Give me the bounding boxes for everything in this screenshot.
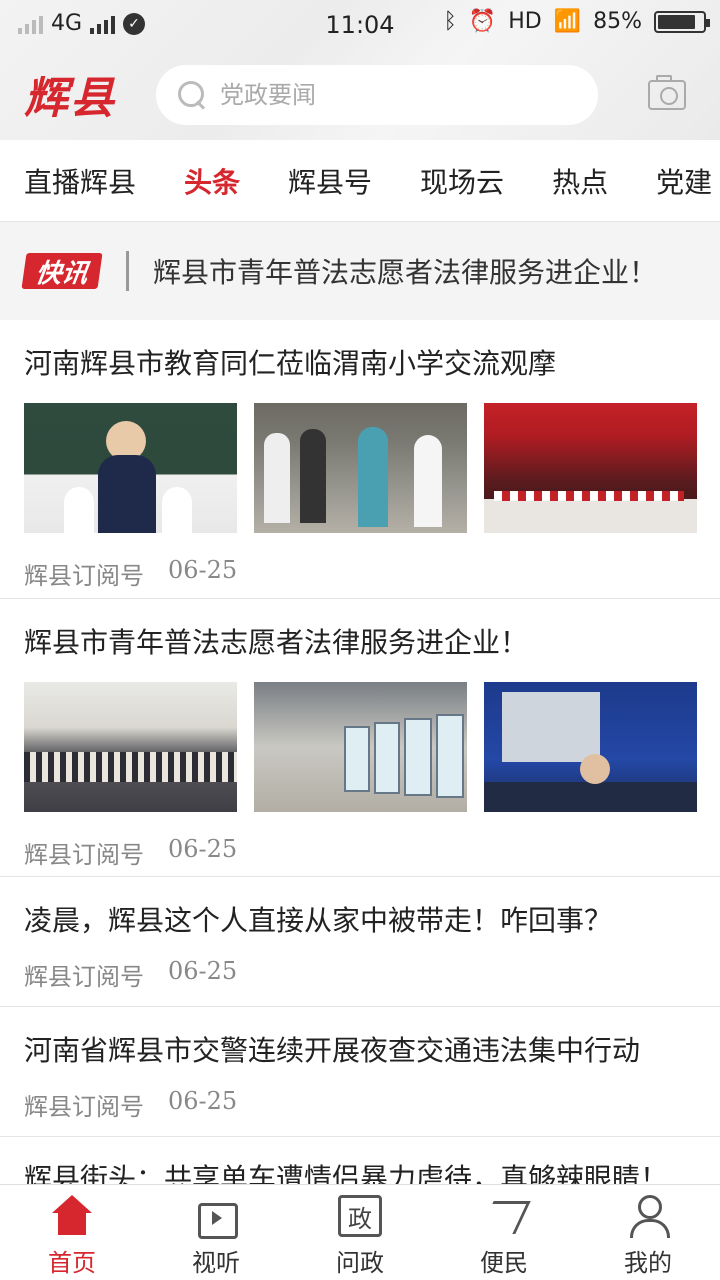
news-thumbnail[interactable] [484,403,697,533]
news-list: 河南辉县市教育同仁莅临渭南小学交流观摩 辉县订阅号 06-25 辉县市青年普法志… [0,320,720,1197]
news-source: 辉县订阅号 [24,1093,144,1121]
nav-inquiry[interactable]: 政 问政 [288,1185,432,1280]
search-bar[interactable] [156,65,598,125]
news-source: 辉县订阅号 [24,841,144,869]
tv-icon [194,1195,238,1239]
news-title[interactable]: 河南辉县市教育同仁莅临渭南小学交流观摩 [24,342,556,382]
camera-icon[interactable] [648,75,686,110]
wifi-icon: 📶 [553,9,582,34]
channel-tabs: 直播辉县 头条 辉县号 现场云 热点 党建 [0,140,720,222]
search-icon [178,81,206,109]
news-source: 辉县订阅号 [24,562,144,590]
news-title[interactable]: 凌晨，辉县这个人直接从家中被带走！咋回事？ [24,899,612,939]
news-item[interactable]: 河南辉县市教育同仁莅临渭南小学交流观摩 辉县订阅号 06-25 [0,320,720,599]
nav-label: 问政 [336,1249,384,1277]
news-title[interactable]: 辉县市青年普法志愿者法律服务进企业！ [24,621,528,661]
news-date: 06-25 [168,1087,238,1115]
news-thumbnail[interactable] [24,403,237,533]
zheng-icon: 政 [338,1195,382,1237]
bottom-nav: 首页 视听 政 问政 便民 我的 [0,1184,720,1280]
nav-label: 便民 [480,1249,528,1277]
tab-party[interactable]: 党建 [632,161,720,201]
news-date: 06-25 [168,835,238,863]
tab-headlines[interactable]: 头条 [160,161,264,201]
tab-huixian-account[interactable]: 辉县号 [264,161,396,201]
nav-label: 视听 [192,1249,240,1277]
news-date: 06-25 [168,957,238,985]
news-item[interactable]: 河南省辉县市交警连续开展夜查交通违法集中行动 辉县订阅号 06-25 [0,1007,720,1137]
news-thumbnail[interactable] [24,682,237,812]
nav-home[interactable]: 首页 [0,1185,144,1280]
flash-text[interactable]: 辉县市青年普法志愿者法律服务进企业！ [153,251,657,291]
alarm-icon: ⏰ [468,9,497,34]
battery-icon [654,10,710,33]
battery-percent: 85% [593,9,642,34]
bluetooth-icon: ᛒ [443,9,457,34]
tab-hot[interactable]: 热点 [528,161,632,201]
nav-label: 首页 [48,1249,96,1277]
hd-indicator: HD [508,9,542,34]
news-item[interactable]: 凌晨，辉县这个人直接从家中被带走！咋回事？ 辉县订阅号 06-25 [0,877,720,1007]
news-source: 辉县订阅号 [24,963,144,991]
tab-scene-cloud[interactable]: 现场云 [396,161,528,201]
app-header: 辉县 [0,52,720,140]
news-title[interactable]: 河南省辉县市交警连续开展夜查交通违法集中行动 [24,1029,640,1069]
nav-label: 我的 [624,1249,672,1277]
home-icon [50,1195,94,1237]
news-date: 06-25 [168,556,238,584]
news-thumbnail[interactable] [254,403,467,533]
app-logo[interactable]: 辉县 [24,62,116,126]
search-input[interactable] [220,81,520,109]
nav-services[interactable]: 便民 [432,1185,576,1280]
news-thumbnail[interactable] [254,682,467,812]
news-thumbnail[interactable] [484,682,697,812]
status-bar: 4G ✓ 11:04 ᛒ ⏰ HD 📶 85% [0,0,720,50]
divider [126,251,130,291]
send-icon [482,1195,526,1237]
nav-profile[interactable]: 我的 [576,1185,720,1280]
battery-fill [658,14,696,29]
flash-news-bar[interactable]: 快讯 辉县市青年普法志愿者法律服务进企业！ [0,222,720,320]
news-item[interactable]: 辉县市青年普法志愿者法律服务进企业！ 辉县订阅号 06-25 [0,599,720,877]
nav-media[interactable]: 视听 [144,1185,288,1280]
tab-live[interactable]: 直播辉县 [0,161,160,201]
user-icon [626,1195,670,1238]
flash-badge: 快讯 [21,253,103,289]
